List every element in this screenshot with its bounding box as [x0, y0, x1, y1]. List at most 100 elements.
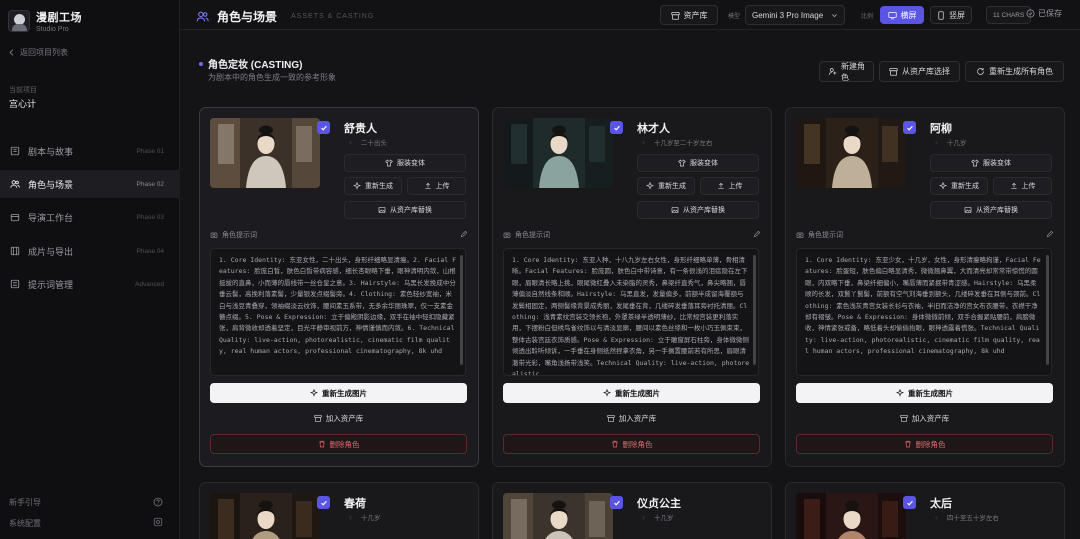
ratio-label: 比例 [861, 14, 874, 20]
character-portrait[interactable] [503, 118, 613, 188]
prompt-text: 1. Core Identity: 东亚少女，十几岁，女性，身形清瘦略拘谨，Fa… [805, 256, 1041, 356]
delete-label: 删除角色 [329, 439, 360, 449]
select-from-library-button[interactable]: 从资产库选择 [879, 61, 960, 82]
character-portrait[interactable] [503, 493, 613, 539]
character-portrait[interactable] [796, 493, 906, 539]
character-portrait[interactable] [210, 493, 320, 539]
regenerate-image-button[interactable]: 重新生成图片 [796, 383, 1053, 403]
regenerate-image-button[interactable]: 重新生成图片 [210, 383, 467, 403]
edit-pencil-icon[interactable] [1046, 230, 1054, 238]
upload-icon [1010, 182, 1018, 190]
edit-pencil-icon[interactable] [753, 230, 761, 238]
sparkle-icon [646, 182, 654, 190]
replace-from-library-button[interactable]: 从资产库替换 [344, 201, 466, 219]
back-label: 返回项目列表 [20, 48, 68, 57]
character-card[interactable]: 舒贵人 ♀ 二十出头 服装变体 重新生成 上传 从资产库替换 角色提示词 1. Core Ide… [199, 107, 479, 467]
add-to-library-button[interactable]: 加入资产库 [796, 408, 1053, 428]
camera-icon [796, 231, 804, 239]
add-to-library-button[interactable]: 加入资产库 [503, 408, 760, 428]
character-prompt-textarea[interactable]: 1. Core Identity: 东亚人种，十八九岁左右女性，身形纤细略单薄，… [503, 248, 759, 376]
replace-from-library-button[interactable]: 从资产库替换 [930, 201, 1052, 219]
app-title: 漫剧工场 [36, 12, 82, 24]
select-checkbox[interactable] [903, 121, 916, 134]
archive-icon [900, 414, 908, 422]
image-icon [671, 206, 679, 214]
guide-link[interactable]: 新手引导 [9, 497, 41, 508]
section-title: 角色定妆 (CASTING) [199, 56, 302, 71]
select-checkbox[interactable] [903, 496, 916, 509]
character-prompt-textarea[interactable]: 1. Core Identity: 东亚女性，二十出头，身形纤细略显清瘦。2. … [210, 248, 466, 376]
project-name: 宫心计 [9, 99, 37, 109]
scrollbar[interactable] [753, 255, 756, 365]
delete-character-button[interactable]: 删除角色 [796, 434, 1053, 454]
sidebar-item-director[interactable]: 导演工作台 Phase 03 [0, 203, 180, 231]
landscape-toggle[interactable]: 横屏 [880, 6, 924, 24]
sidebar-item-phase: Advanced [135, 280, 164, 288]
upload-label: 上传 [728, 183, 743, 190]
delete-label: 删除角色 [622, 439, 653, 449]
character-portrait[interactable] [210, 118, 320, 188]
character-card[interactable]: 太后 ♀ 四十至五十岁左右 [785, 482, 1065, 539]
costume-variant-button[interactable]: 服装变体 [930, 154, 1052, 172]
select-checkbox[interactable] [317, 121, 330, 134]
sidebar-item-script[interactable]: 剧本与故事 Phase 01 [0, 137, 180, 165]
archive-icon [314, 414, 322, 422]
asset-library-button[interactable]: 资产库 [660, 5, 718, 25]
regenerate-all-button[interactable]: 重新生成所有角色 [965, 61, 1064, 82]
costume-label: 服装变体 [397, 160, 425, 167]
archive-icon [607, 414, 615, 422]
archive-icon [889, 67, 898, 76]
sidebar-item-prompts[interactable]: 提示词管理 Advanced [0, 270, 180, 298]
regenerate-button[interactable]: 重新生成 [930, 177, 988, 195]
regenerate-button[interactable]: 重新生成 [344, 177, 402, 195]
select-checkbox[interactable] [317, 496, 330, 509]
edit-pencil-icon[interactable] [460, 230, 468, 238]
character-age-text: 二十出头 [360, 140, 387, 147]
scrollbar[interactable] [460, 255, 463, 365]
regenerate-image-button[interactable]: 重新生成图片 [503, 383, 760, 403]
select-checkbox[interactable] [610, 496, 623, 509]
section-title-text: 角色定妆 (CASTING) [208, 60, 303, 71]
check-icon [613, 499, 621, 507]
sidebar-item-casting[interactable]: 角色与场景 Phase 02 [0, 170, 180, 198]
upload-button[interactable]: 上传 [407, 177, 466, 195]
portrait-toggle[interactable]: 竖屏 [930, 6, 972, 24]
replace-from-library-button[interactable]: 从资产库替换 [637, 201, 759, 219]
sidebar-item-export[interactable]: 成片与导出 Phase 04 [0, 237, 180, 265]
upload-button[interactable]: 上传 [993, 177, 1052, 195]
check-icon [320, 124, 328, 132]
delete-character-button[interactable]: 删除角色 [210, 434, 467, 454]
character-card[interactable]: 仪贞公主 ♀ 十几岁 [492, 482, 772, 539]
settings-link[interactable]: 系统配置 [9, 518, 41, 529]
model-select[interactable]: Gemini 3 Pro Image [745, 5, 845, 25]
settings-icon[interactable] [153, 517, 163, 527]
upload-button[interactable]: 上传 [700, 177, 759, 195]
add-to-library-button[interactable]: 加入资产库 [210, 408, 467, 428]
sidebar-item-label: 成片与导出 [28, 246, 74, 257]
check-circle-icon [1026, 9, 1035, 18]
costume-variant-button[interactable]: 服装变体 [637, 154, 759, 172]
scrollbar[interactable] [1046, 255, 1049, 365]
regenerate-label: 重新生成 [365, 183, 393, 190]
delete-character-button[interactable]: 删除角色 [503, 434, 760, 454]
back-to-projects-link[interactable]: 返回项目列表 [8, 47, 68, 58]
page-title-en: ASSETS & CASTING [291, 13, 375, 20]
save-status: 已保存 [1026, 8, 1062, 19]
character-age-text: 十几岁 [946, 140, 967, 147]
regenerate-button[interactable]: 重新生成 [637, 177, 695, 195]
add-library-label: 加入资产库 [325, 413, 364, 423]
character-age: ♀ 十几岁至二十岁左右 [641, 137, 712, 147]
character-prompt-textarea[interactable]: 1. Core Identity: 东亚少女，十几岁，女性，身形清瘦略拘谨，Fa… [796, 248, 1052, 376]
character-card[interactable]: 林才人 ♀ 十几岁至二十岁左右 服装变体 重新生成 上传 从资产库替换 角色提示词 1. Cor… [492, 107, 772, 467]
costume-variant-button[interactable]: 服装变体 [344, 154, 466, 172]
logo-avatar-icon [8, 10, 30, 32]
app-logo[interactable]: 漫剧工场 Studio Pro [8, 9, 82, 33]
new-role-button[interactable]: 新建角色 [819, 61, 874, 82]
sparkle-icon [939, 182, 947, 190]
character-card[interactable]: 阿柳 ♀ 十几岁 服装变体 重新生成 上传 从资产库替换 角色提示词 1. Core Ident… [785, 107, 1065, 467]
help-circle-icon[interactable] [153, 497, 163, 507]
character-portrait[interactable] [796, 118, 906, 188]
select-checkbox[interactable] [610, 121, 623, 134]
upload-label: 上传 [435, 183, 450, 190]
character-card[interactable]: 春荷 ♀ 十几岁 [199, 482, 479, 539]
